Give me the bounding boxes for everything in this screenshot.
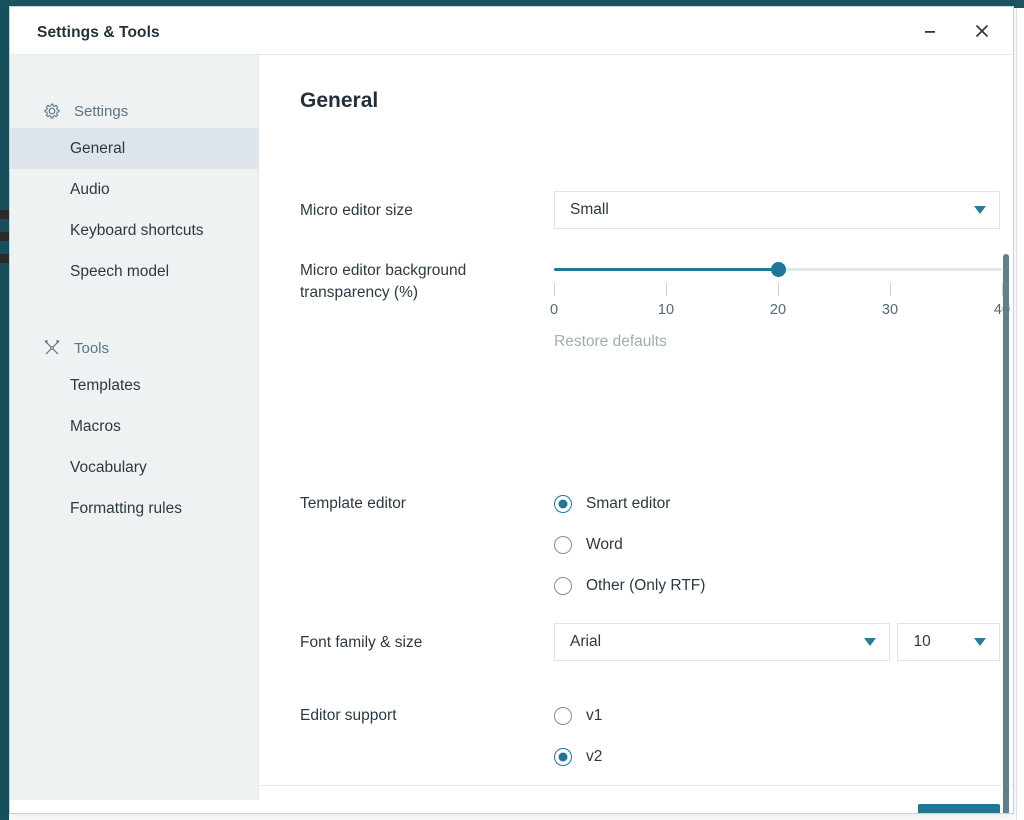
editor-support-radio-group: v1 v2: [554, 695, 1000, 777]
sidebar-item-templates[interactable]: Templates: [10, 365, 258, 406]
sidebar-item-label: Audio: [70, 180, 110, 198]
sidebar-group-label: Tools: [74, 339, 110, 357]
sidebar-group-settings: Settings: [10, 94, 258, 128]
radio-v2[interactable]: v2: [554, 736, 1000, 777]
slider-thumb[interactable]: [770, 262, 786, 277]
sidebar-item-keyboard-shortcuts[interactable]: Keyboard shortcuts: [10, 210, 258, 251]
sidebar-item-label: Vocabulary: [70, 458, 147, 476]
slider-tick-label: 30: [881, 302, 899, 318]
radio-label: Other (Only RTF): [586, 576, 706, 594]
settings-dialog: Settings & Tools Settings General Audio …: [9, 6, 1014, 814]
sidebar-item-label: Macros: [70, 417, 121, 435]
sidebar-item-speech-model[interactable]: Speech model: [10, 251, 258, 292]
radio-icon: [554, 706, 572, 725]
micro-editor-size-select[interactable]: Small: [554, 191, 1000, 229]
page-title: General: [300, 89, 379, 112]
radio-label: Smart editor: [586, 494, 671, 512]
sidebar-group-tools: Tools: [10, 331, 258, 365]
radio-icon: [554, 747, 572, 766]
radio-icon: [554, 535, 572, 554]
backdrop-right-column: [1016, 8, 1024, 820]
close-button[interactable]: [959, 7, 1005, 54]
transparency-label: Micro editor background transparency (%): [300, 262, 467, 301]
title-bar: Settings & Tools: [10, 7, 1013, 55]
radio-word[interactable]: Word: [554, 524, 1000, 565]
radio-other-only-rtf[interactable]: Other (Only RTF): [554, 565, 1000, 606]
chevron-down-icon: [974, 638, 986, 646]
template-editor-radio-group: Smart editor Word Other (Only RTF): [554, 483, 1000, 606]
radio-label: v2: [586, 747, 603, 765]
tools-icon: [43, 339, 61, 357]
content-pane: General Micro editor size Small Micro ed…: [260, 55, 1013, 785]
restore-defaults-link[interactable]: Restore defaults: [554, 333, 667, 351]
vertical-scrollbar[interactable]: [1002, 104, 1011, 813]
radio-v1[interactable]: v1: [554, 695, 1000, 736]
radio-smart-editor[interactable]: Smart editor: [554, 483, 1000, 524]
slider-tick: [890, 283, 891, 296]
font-size-value: 10: [913, 633, 931, 650]
radio-label: v1: [586, 706, 603, 724]
editor-support-label: Editor support: [300, 707, 397, 724]
slider-tick-labels: 0 10 20 30 40: [550, 302, 1010, 320]
radio-label: Word: [586, 535, 623, 553]
chevron-down-icon: [864, 638, 877, 646]
radio-icon: [554, 576, 572, 595]
slider-tick-label: 0: [549, 302, 559, 318]
micro-editor-size-value: Small: [570, 201, 609, 218]
slider-fill: [554, 268, 778, 271]
font-family-size-label: Font family & size: [300, 634, 423, 651]
radio-icon: [554, 494, 572, 513]
gear-icon: [43, 102, 61, 120]
sidebar-group-label: Settings: [74, 102, 129, 120]
sidebar: Settings General Audio Keyboard shortcut…: [10, 55, 259, 800]
font-size-select[interactable]: 10: [897, 623, 1000, 661]
slider-tick: [554, 283, 555, 296]
sidebar-item-general[interactable]: General: [10, 128, 258, 169]
transparency-slider[interactable]: 0 10 20 30 40 Restore defaults: [550, 260, 1010, 351]
backdrop-tick: [0, 210, 9, 219]
chevron-down-icon: [974, 206, 986, 214]
dialog-body: Settings General Audio Keyboard shortcut…: [10, 55, 1013, 813]
scrollbar-thumb[interactable]: [1003, 254, 1009, 813]
slider-tick-marks: [554, 283, 1003, 297]
slider-tick-label: 10: [657, 302, 675, 318]
sidebar-item-audio[interactable]: Audio: [10, 169, 258, 210]
sidebar-item-label: Templates: [70, 376, 141, 394]
sidebar-item-label: Keyboard shortcuts: [70, 221, 204, 239]
font-family-value: Arial: [570, 633, 602, 650]
sidebar-item-formatting-rules[interactable]: Formatting rules: [10, 488, 258, 529]
sidebar-item-vocabulary[interactable]: Vocabulary: [10, 447, 258, 488]
sidebar-item-label: General: [70, 139, 126, 157]
backdrop-left-strip: [0, 0, 9, 820]
slider-tick: [778, 283, 779, 296]
sidebar-item-label: Speech model: [70, 262, 170, 280]
font-family-select[interactable]: Arial: [554, 623, 891, 661]
minimize-button[interactable]: [907, 7, 953, 54]
sidebar-item-macros[interactable]: Macros: [10, 406, 258, 447]
template-editor-label: Template editor: [300, 495, 406, 512]
backdrop-tick: [0, 254, 9, 263]
backdrop-tick: [0, 232, 9, 241]
window-title: Settings & Tools: [37, 24, 160, 41]
slider-tick: [666, 283, 667, 296]
micro-editor-size-label: Micro editor size: [300, 202, 413, 219]
slider-tick-label: 20: [769, 302, 787, 318]
footer-bar: You have unsaved changes Save: [260, 785, 1013, 813]
close-icon: [975, 24, 989, 37]
sidebar-item-label: Formatting rules: [70, 499, 182, 517]
minimize-icon: [925, 30, 935, 33]
save-button[interactable]: Save: [918, 804, 1000, 813]
